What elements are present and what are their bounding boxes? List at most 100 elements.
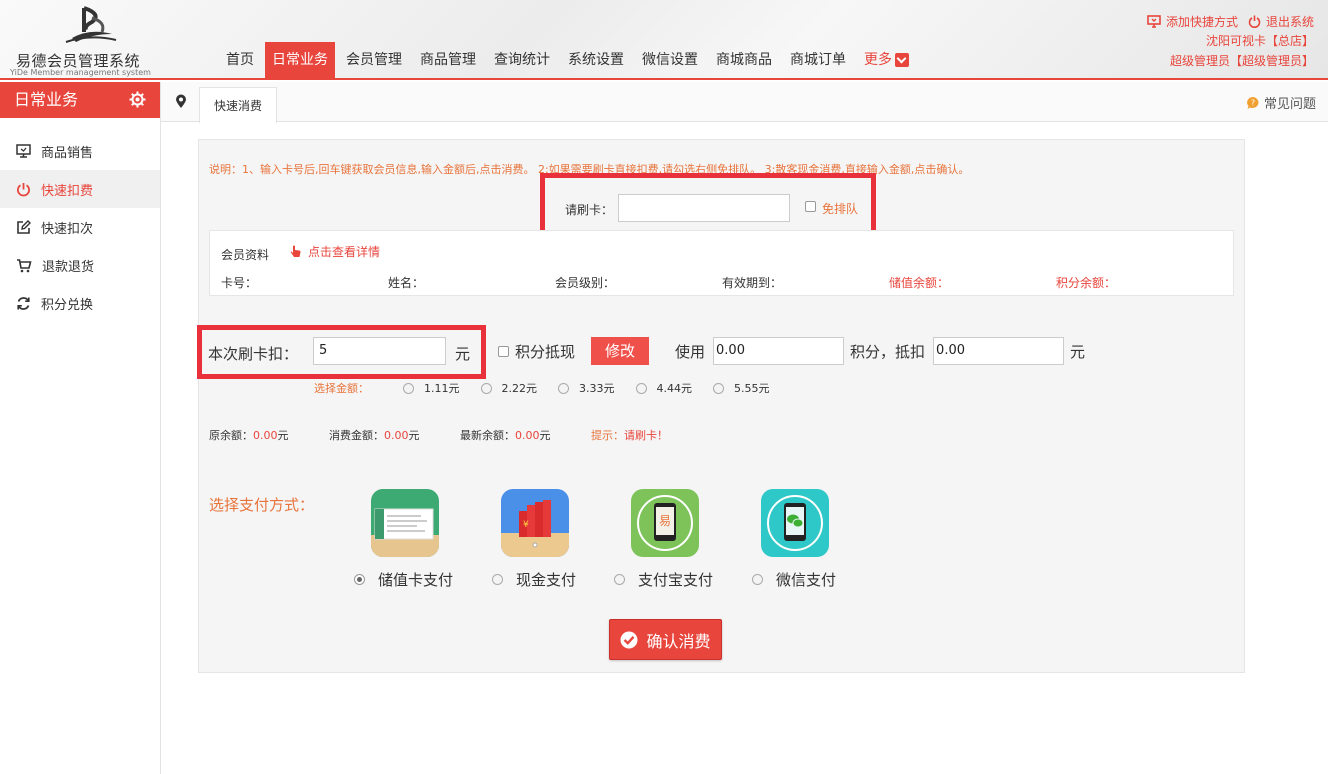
edit-button[interactable]: 修改: [591, 337, 650, 365]
member-detail-label: 点击查看详情: [308, 245, 381, 259]
sidebar-item-label: 快速扣次: [41, 221, 94, 237]
location-pin-icon: [176, 94, 186, 108]
amount-radio[interactable]: [403, 382, 414, 394]
consume-amount-value: 0.00: [384, 429, 409, 442]
amount-radio[interactable]: [558, 382, 569, 394]
amount-option-label: 4.44元: [656, 382, 693, 395]
amount-option[interactable]: 1.11元: [403, 380, 460, 396]
sidebar: 日常业务 商品销售 快速扣费 快速扣次 退款退货 积分兑换: [0, 82, 161, 774]
consume-amount: 消费金额：0.00元: [329, 427, 420, 443]
new-balance: 最新余额：0.00元: [460, 427, 551, 443]
cash-pay-icon[interactable]: ¥: [501, 489, 569, 557]
pay-option-label: 支付宝支付: [638, 571, 714, 589]
sidebar-item-label: 商品销售: [41, 145, 94, 161]
pay-option-wechat[interactable]: 微信支付: [752, 569, 836, 590]
deduct-amount-input[interactable]: 5: [313, 337, 446, 365]
amount-select-row: 选择金额： 1.11元 2.22元 3.33元 4.44元 5.55元: [314, 380, 791, 396]
user-role[interactable]: 超级管理员【超级管理员】: [1137, 51, 1314, 71]
monitor-icon: [16, 144, 31, 158]
member-expiry: 有效期到：: [722, 276, 783, 290]
offset-unit: 元: [1070, 342, 1086, 361]
points-input[interactable]: 0.00: [713, 337, 845, 365]
pay-option-stored-card[interactable]: 储值卡支付: [354, 569, 453, 590]
nav-query-statistics[interactable]: 查询统计: [487, 42, 557, 78]
deduct-amount-label: 本次刷卡扣：: [208, 345, 299, 363]
logo[interactable]: 易德会员管理系统 YiDe Member management system: [10, 4, 160, 77]
wechat-pay-icon[interactable]: [761, 489, 829, 557]
nav-home[interactable]: 首页: [219, 42, 261, 78]
store-name[interactable]: 沈阳可视卡【总店】: [1137, 31, 1314, 51]
nav-daily-business[interactable]: 日常业务: [265, 42, 335, 78]
nav-mall-products[interactable]: 商城商品: [709, 42, 779, 78]
stored-card-pay-icon[interactable]: [371, 489, 439, 557]
member-detail-link[interactable]: 点击查看详情: [290, 243, 380, 260]
add-shortcut-link[interactable]: 添加快捷方式: [1147, 13, 1238, 30]
member-info-box: 会员资料 点击查看详情 卡号： 姓名： 会员级别： 有效期到： 储值余额： 积分…: [209, 230, 1234, 296]
use-points-label: 使用: [675, 342, 706, 361]
offset-amount-input[interactable]: 0.00: [933, 337, 1065, 365]
amount-radio[interactable]: [635, 382, 647, 394]
alipay-pay-icon[interactable]: 易: [631, 489, 699, 557]
member-stored-balance: 储值余额：: [889, 276, 950, 290]
nav-mall-orders[interactable]: 商城订单: [783, 42, 853, 78]
sidebar-item-refund[interactable]: 退款退货: [0, 246, 160, 284]
nav-system-settings[interactable]: 系统设置: [561, 42, 631, 78]
pay-radio[interactable]: [752, 574, 763, 585]
sidebar-item-points-exchange[interactable]: 积分兑换: [0, 284, 160, 322]
member-level: 会员级别：: [555, 276, 616, 290]
amount-radio[interactable]: [480, 382, 492, 394]
pay-option-label: 储值卡支付: [378, 571, 454, 589]
tab-quick-consume[interactable]: 快速消费: [199, 87, 277, 123]
unit-label: 元: [539, 429, 551, 442]
logo-subtitle: YiDe Member management system: [10, 68, 151, 77]
nav-wechat-settings[interactable]: 微信设置: [635, 42, 705, 78]
sidebar-item-quick-count[interactable]: 快速扣次: [0, 208, 160, 246]
points-offset-checkbox[interactable]: [498, 345, 509, 357]
chevron-down-icon: [895, 53, 909, 67]
unit-label: 元: [277, 429, 289, 442]
amount-option-label: 3.33元: [579, 382, 615, 395]
main-nav: 首页 日常业务 会员管理 商品管理 查询统计 系统设置 微信设置 商城商品 商城…: [219, 42, 920, 78]
sidebar-menu: 商品销售 快速扣费 快速扣次 退款退货 积分兑换: [0, 132, 160, 322]
cart-icon: [17, 258, 32, 272]
original-balance-label: 原余额：: [209, 429, 253, 442]
logout-label: 退出系统: [1265, 14, 1314, 29]
nav-more[interactable]: 更多: [857, 42, 916, 78]
pay-radio[interactable]: [614, 574, 625, 585]
amount-option-label: 2.22元: [501, 382, 538, 395]
consume-amount-label: 消费金额：: [329, 429, 384, 442]
pay-radio[interactable]: [492, 574, 503, 585]
points-offset-row: 积分抵现 修改 使用 0.00 积分，抵扣 0.00 元: [498, 337, 1085, 365]
faq-link[interactable]: ? 常见问题: [1246, 93, 1316, 112]
member-info-title: 会员资料: [221, 248, 270, 262]
sidebar-item-product-sales[interactable]: 商品销售: [0, 132, 160, 170]
check-circle-icon: [620, 631, 638, 648]
amount-option[interactable]: 5.55元: [713, 380, 770, 396]
amount-select-label: 选择金额：: [314, 382, 369, 395]
amount-option[interactable]: 2.22元: [480, 380, 538, 396]
skip-queue-label[interactable]: 免排队: [822, 200, 858, 217]
amount-option[interactable]: 3.33元: [558, 380, 615, 396]
amount-radio[interactable]: [713, 382, 724, 394]
pay-option-cash[interactable]: 现金支付: [492, 569, 576, 590]
logout-link[interactable]: 退出系统: [1248, 13, 1314, 30]
gear-icon[interactable]: [129, 91, 146, 108]
new-balance-value: 0.00: [515, 429, 540, 442]
original-balance-value: 0.00: [253, 429, 278, 442]
points-offset-label[interactable]: 积分抵现: [515, 341, 575, 362]
question-bubble-icon: ?: [1247, 96, 1259, 109]
sidebar-item-quick-charge[interactable]: 快速扣费: [0, 170, 160, 208]
confirm-consume-button[interactable]: 确认消费: [609, 619, 722, 660]
nav-product-management[interactable]: 商品管理: [413, 42, 483, 78]
pay-option-label: 微信支付: [776, 571, 837, 589]
nav-member-management[interactable]: 会员管理: [339, 42, 409, 78]
svg-text:易: 易: [659, 514, 671, 528]
pay-option-alipay[interactable]: 支付宝支付: [614, 569, 713, 590]
pay-radio-selected[interactable]: [354, 574, 365, 585]
top-header: 易德会员管理系统 YiDe Member management system 首…: [0, 0, 1328, 80]
skip-queue-checkbox[interactable]: [805, 201, 816, 212]
card-number-input[interactable]: [618, 194, 790, 222]
power-icon: [17, 182, 30, 196]
tab-bar: 快速消费 ? 常见问题: [161, 82, 1328, 123]
amount-option[interactable]: 4.44元: [635, 380, 693, 396]
